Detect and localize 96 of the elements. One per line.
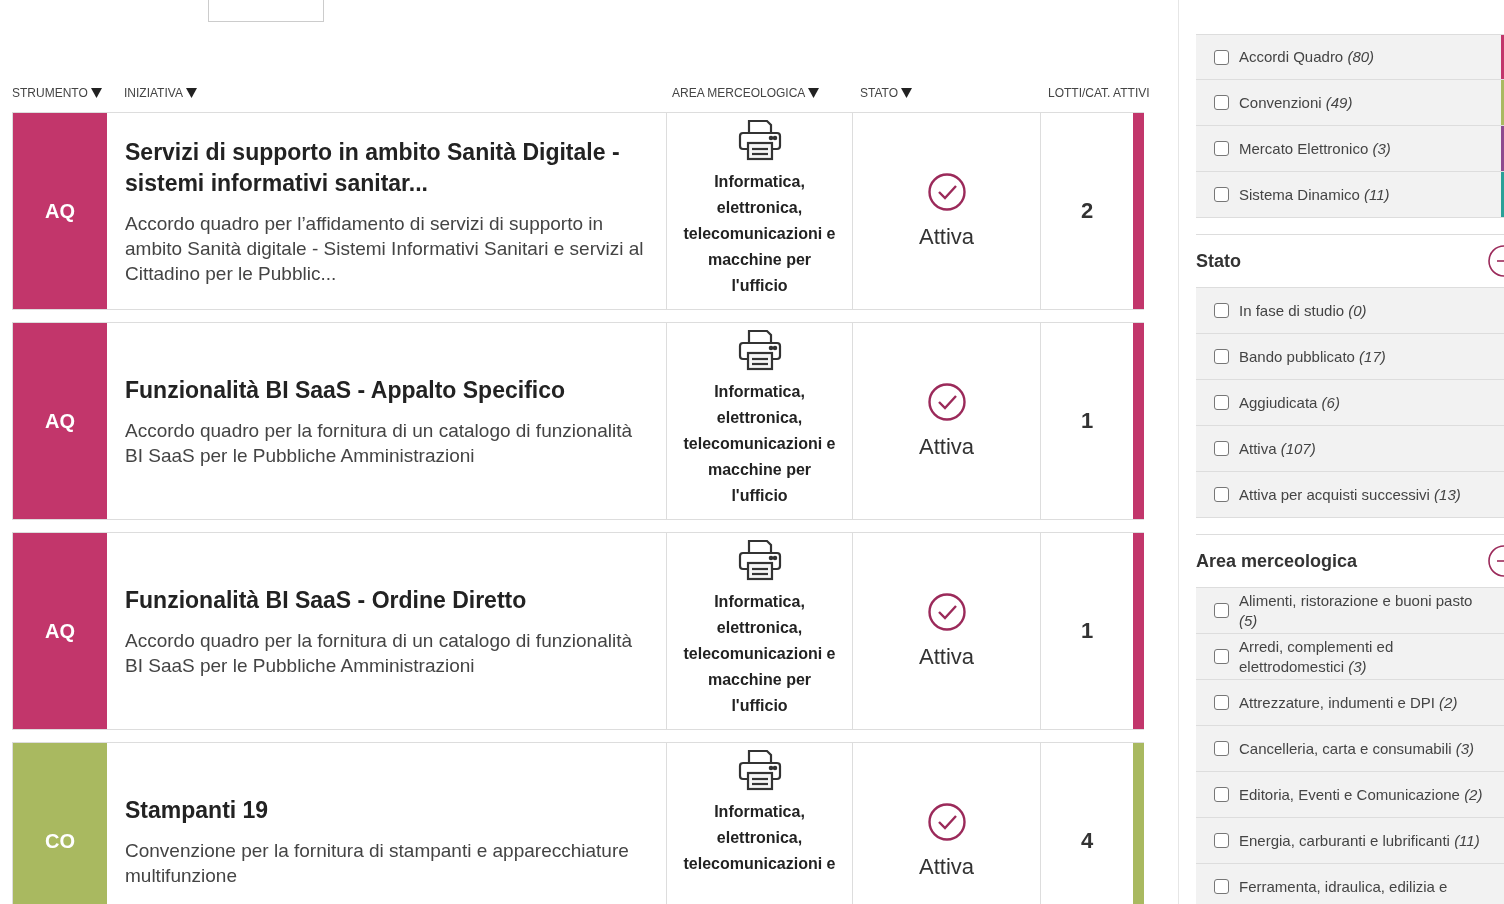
category-label: Informatica, elettronica, telecomunicazioni e [682, 802, 837, 874]
printer-icon [736, 537, 783, 583]
option-label: Accordi Quadro (80) [1239, 47, 1376, 67]
option-label: Alimenti, ristorazione e buoni pasto (5) [1239, 590, 1474, 631]
checkbox[interactable] [1214, 741, 1229, 756]
filter-section-title: Area merceologica [1196, 550, 1358, 572]
filter-option[interactable]: Aggiudicata (6) [1196, 380, 1504, 426]
column-header[interactable]: AREA MERCEOLOGICA [672, 86, 820, 100]
printer-icon [736, 117, 783, 163]
filter-option[interactable]: Arredi, complementi ed elettrodomestici (3) [1196, 634, 1504, 680]
status-label: Attiva [919, 854, 974, 880]
instrument-tag: AQ [13, 113, 107, 309]
checkbox[interactable] [1214, 695, 1229, 710]
select-field[interactable] [208, 0, 324, 22]
filter-option[interactable]: Cancelleria, carta e consumabili (3) [1196, 726, 1504, 772]
initiative-row[interactable]: CO Stampanti 19 Convenzione per la fornitura di stampanti e apparecchiature multifunzione Informatica, elettronica, telecomunicazioni e Attiva 4 [12, 742, 1144, 904]
checkbox[interactable] [1214, 833, 1229, 848]
filter-option[interactable]: Mercato Elettronico (3) [1196, 126, 1504, 172]
filter-section-title: Stato [1196, 250, 1241, 272]
lots-count: 2 [1080, 198, 1094, 224]
initiative-title[interactable]: Servizi di supporto in ambito Sanità Digitale - sistemi informativi sanitar... [125, 136, 648, 199]
option-label: Ferramenta, idraulica, edilizia e [1239, 876, 1449, 897]
sort-caret-icon[interactable] [185, 88, 197, 98]
filter-option[interactable]: Alimenti, ristorazione e buoni pasto (5) [1196, 588, 1504, 634]
sort-caret-icon[interactable] [808, 88, 820, 98]
option-label: Aggiudicata (6) [1239, 392, 1341, 413]
checkbox[interactable] [1214, 879, 1229, 894]
sort-caret-icon[interactable] [901, 88, 912, 98]
checkbox[interactable] [1214, 49, 1229, 65]
category-label: Informatica, elettronica, telecomunicazioni e macchine per l'ufficio [682, 172, 837, 296]
filter-option[interactable]: Attiva (107) [1196, 426, 1504, 472]
filter-option[interactable]: Ferramenta, idraulica, edilizia e [1196, 864, 1504, 904]
column-header[interactable]: INIZIATIVA [124, 86, 197, 100]
option-label: Arredi, complementi ed elettrodomestici (3) [1239, 636, 1395, 677]
filter-option[interactable]: Attrezzature, indumenti e DPI (2) [1196, 680, 1504, 726]
checkbox[interactable] [1214, 395, 1229, 410]
checkbox[interactable] [1214, 649, 1229, 664]
check-circle-icon [926, 382, 967, 422]
lots-count: 1 [1080, 408, 1094, 434]
option-label: Attiva per acquisti successivi (13) [1239, 484, 1462, 505]
check-circle-icon [926, 592, 967, 632]
initiative-title[interactable]: Funzionalità BI SaaS - Ordine Diretto [125, 584, 648, 616]
column-header[interactable]: STRUMENTO [12, 86, 102, 100]
instrument-tag: CO [13, 743, 107, 904]
category-label: Informatica, elettronica, telecomunicazioni e macchine per l'ufficio [682, 592, 837, 716]
option-label: Attiva (107) [1239, 438, 1317, 459]
status-label: Attiva [919, 644, 974, 670]
printer-icon [736, 327, 783, 373]
option-label: Editoria, Eventi e Comunicazione (2) [1239, 784, 1484, 805]
option-label: In fase di studio (0) [1239, 300, 1368, 321]
lots-count: 1 [1080, 618, 1094, 644]
category-label: Informatica, elettronica, telecomunicazioni e macchine per l'ufficio [682, 382, 837, 506]
checkbox[interactable] [1214, 441, 1229, 456]
column-header[interactable]: STATO [860, 86, 912, 100]
filter-option[interactable]: Bando pubblicato (17) [1196, 334, 1504, 380]
initiative-row[interactable] [12, 322, 1144, 520]
filter-option[interactable]: Convenzioni (49) [1196, 80, 1504, 126]
option-label: Attrezzature, indumenti e DPI (2) [1239, 692, 1459, 713]
checkbox[interactable] [1214, 141, 1229, 156]
checkbox[interactable] [1214, 603, 1229, 618]
instrument-tag: AQ [13, 533, 107, 729]
option-label: Cancelleria, carta e consumabili (3) [1239, 738, 1476, 759]
initiative-description: Accordo quadro per la fornitura di un catalogo di funzionalità BI SaaS per le Pubbliche Amministrazioni [125, 418, 633, 468]
filter-option[interactable]: In fase di studio (0) [1196, 288, 1504, 334]
status-label: Attiva [919, 224, 974, 250]
initiative-row[interactable] [12, 112, 1144, 310]
initiative-row[interactable] [12, 532, 1144, 730]
checkbox[interactable] [1214, 187, 1229, 202]
filter-option[interactable]: Energia, carburanti e lubrificanti (11) [1196, 818, 1504, 864]
instrument-tag: AQ [13, 323, 107, 519]
check-circle-icon [926, 172, 967, 212]
checkbox[interactable] [1214, 487, 1229, 502]
column-header: LOTTI/CAT. ATTIVI [1048, 86, 1150, 100]
printer-icon [736, 747, 783, 793]
check-circle-icon [926, 802, 967, 842]
initiative-title[interactable]: Funzionalità BI SaaS - Appalto Specifico [125, 374, 648, 406]
filter-option[interactable]: Sistema Dinamico (11) [1196, 172, 1504, 218]
checkbox[interactable] [1214, 95, 1229, 110]
lots-count: 4 [1080, 828, 1094, 854]
option-label: Mercato Elettronico (3) [1239, 138, 1392, 159]
filter-option[interactable]: Accordi Quadro (80) [1196, 34, 1504, 80]
checkbox[interactable] [1214, 349, 1229, 364]
option-label: Bando pubblicato (17) [1239, 346, 1387, 367]
option-label: Sistema Dinamico (11) [1239, 184, 1391, 205]
checkbox[interactable] [1214, 787, 1229, 802]
initiative-description: Accordo quadro per la fornitura di un catalogo di funzionalità BI SaaS per le Pubbliche Amministrazioni [125, 628, 633, 678]
sort-caret-icon[interactable] [90, 88, 102, 98]
option-label: Energia, carburanti e lubrificanti (11) [1239, 830, 1481, 851]
initiative-description: Convenzione per la fornitura di stampanti e apparecchiature multifunzione [125, 838, 630, 888]
option-label: Convenzioni (49) [1239, 92, 1354, 113]
initiative-title[interactable]: Stampanti 19 [125, 794, 648, 826]
filter-option[interactable]: Attiva per acquisti successivi (13) [1196, 472, 1504, 518]
checkbox[interactable] [1214, 303, 1229, 318]
filter-option[interactable]: Editoria, Eventi e Comunicazione (2) [1196, 772, 1504, 818]
status-label: Attiva [919, 434, 974, 460]
initiative-description: Accordo quadro per l’affidamento di servizi di supporto in ambito Sanità digitale - Sistemi Informativi Sanitari e servizi al Cittadino per le Pubblic... [125, 211, 645, 286]
